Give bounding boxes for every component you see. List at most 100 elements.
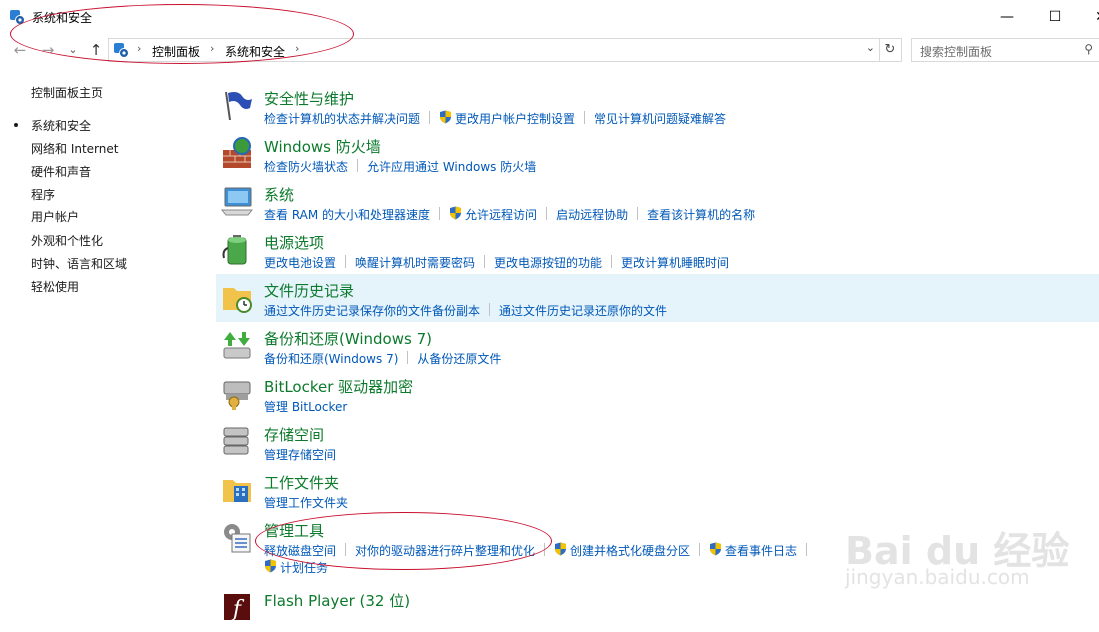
category-title[interactable]: 工作文件夹: [264, 472, 339, 493]
link-ram-processor[interactable]: 查看 RAM 的大小和处理器速度: [264, 206, 430, 223]
search-input[interactable]: 搜索控制面板 ⚲: [911, 38, 1099, 62]
admin-tools-icon: [224, 524, 251, 553]
link-power-button[interactable]: 更改电源按钮的功能: [494, 254, 602, 271]
link-allow-remote-access[interactable]: 允许远程访问: [465, 206, 537, 223]
link-separator: [407, 351, 409, 364]
link-sleep-time[interactable]: 更改计算机睡眠时间: [621, 254, 729, 271]
category-title[interactable]: 文件历史记录: [264, 280, 354, 301]
link-manage-storage-spaces[interactable]: 管理存储空间: [264, 446, 336, 463]
category-title[interactable]: 安全性与维护: [264, 88, 354, 109]
uac-shield-icon: [449, 206, 462, 220]
close-button[interactable]: ✕: [1078, 4, 1099, 30]
link-save-backup-copies[interactable]: 通过文件历史记录保存你的文件备份副本: [264, 302, 480, 319]
recent-locations-dropdown[interactable]: ⌄: [62, 39, 84, 61]
link-battery-settings[interactable]: 更改电池设置: [264, 254, 336, 271]
category-security-maintenance: 安全性与维护 检查计算机的状态并解决问题 更改用户帐户控制设置 常见计算机问题疑难解…: [216, 82, 1099, 130]
breadcrumb-separator[interactable]: ›: [210, 42, 214, 55]
link-separator: [489, 303, 491, 316]
backup-icon: [223, 332, 251, 359]
link-create-format-partitions[interactable]: 创建并格式化硬盘分区: [570, 542, 690, 559]
breadcrumb-system-security[interactable]: 系统和安全: [225, 43, 285, 60]
watermark-url: jingyan.baidu.com: [845, 565, 1030, 589]
file-history-icon: [223, 288, 252, 313]
link-allow-app-firewall[interactable]: 允许应用通过 Windows 防火墙: [367, 158, 536, 175]
uac-shield-icon: [709, 542, 722, 556]
link-separator: [699, 543, 701, 556]
window-title: 系统和安全: [32, 11, 93, 25]
link-separator: [806, 543, 808, 556]
link-separator: [345, 255, 347, 268]
search-icon[interactable]: ⚲: [1084, 42, 1093, 56]
sidebar-item-user-accounts[interactable]: 用户帐户: [31, 208, 79, 225]
link-separator: [544, 543, 546, 556]
link-manage-bitlocker[interactable]: 管理 BitLocker: [264, 398, 347, 415]
link-remote-assistance[interactable]: 启动远程协助: [556, 206, 628, 223]
category-title[interactable]: 管理工具: [264, 520, 324, 541]
forward-button[interactable]: →: [37, 39, 59, 61]
sidebar-item-ease-of-access[interactable]: 轻松使用: [31, 278, 79, 295]
flag-icon: [225, 91, 252, 121]
breadcrumb-control-panel[interactable]: 控制面板: [152, 43, 200, 60]
link-separator: [429, 111, 431, 124]
link-schedule-tasks[interactable]: 计划任务: [280, 559, 328, 576]
sidebar-item-clock-region[interactable]: 时钟、语言和区域: [31, 255, 127, 272]
uac-shield-icon: [439, 110, 452, 124]
link-troubleshoot[interactable]: 常见计算机问题疑难解答: [594, 110, 726, 127]
title-bar: 系统和安全 — ☐ ✕: [0, 0, 1099, 34]
link-wake-password[interactable]: 唤醒计算机时需要密码: [355, 254, 475, 271]
category-work-folders: 工作文件夹 管理工作文件夹: [216, 466, 1099, 514]
breadcrumb-separator: ›: [137, 42, 142, 55]
sidebar-item-home[interactable]: 控制面板主页: [31, 84, 103, 101]
category-title[interactable]: 系统: [264, 184, 294, 205]
category-flash-player: f Flash Player (32 位): [216, 584, 1099, 632]
link-separator: [611, 255, 613, 268]
work-folders-icon: [223, 480, 251, 502]
uac-shield-icon: [554, 542, 567, 556]
link-separator: [357, 159, 359, 172]
selected-bullet-icon: [14, 123, 18, 127]
address-dropdown-icon[interactable]: ⌄: [866, 41, 875, 54]
link-restore-from-backup[interactable]: 从备份还原文件: [417, 350, 501, 367]
navigation-bar: ← → ⌄ ↑ › 控制面板 › 系统和安全 › ⌄ ↻ 搜索控制面板 ⚲: [0, 34, 1099, 66]
category-title[interactable]: 备份和还原(Windows 7): [264, 328, 432, 349]
link-defragment-optimize[interactable]: 对你的驱动器进行碎片整理和优化: [355, 542, 535, 559]
address-bar[interactable]: › 控制面板 › 系统和安全 › ⌄: [108, 38, 880, 62]
maximize-button[interactable]: ☐: [1032, 4, 1078, 30]
category-windows-firewall: Windows 防火墙 检查防火墙状态 允许应用通过 Windows 防火墙: [216, 130, 1099, 178]
link-free-disk-space[interactable]: 释放磁盘空间: [264, 542, 336, 559]
sidebar-item-appearance[interactable]: 外观和个性化: [31, 232, 103, 249]
breadcrumb-separator[interactable]: ›: [295, 42, 299, 55]
back-button[interactable]: ←: [9, 39, 31, 61]
link-check-status[interactable]: 检查计算机的状态并解决问题: [264, 110, 420, 127]
uac-shield-icon: [264, 559, 277, 573]
storage-icon: [223, 427, 249, 455]
link-computer-name[interactable]: 查看该计算机的名称: [647, 206, 755, 223]
link-view-event-logs[interactable]: 查看事件日志: [725, 542, 797, 559]
category-file-history[interactable]: 文件历史记录 通过文件历史记录保存你的文件备份副本 通过文件历史记录还原你的文件: [216, 274, 1099, 322]
link-firewall-status[interactable]: 检查防火墙状态: [264, 158, 348, 175]
up-button[interactable]: ↑: [85, 39, 107, 61]
category-title[interactable]: Windows 防火墙: [264, 136, 381, 157]
sidebar-item-hardware[interactable]: 硬件和声音: [31, 163, 91, 180]
link-restore-files[interactable]: 通过文件历史记录还原你的文件: [499, 302, 667, 319]
bitlocker-icon: [223, 381, 251, 410]
category-title[interactable]: BitLocker 驱动器加密: [264, 376, 413, 397]
link-uac-settings[interactable]: 更改用户帐户控制设置: [455, 110, 575, 127]
category-title[interactable]: Flash Player (32 位): [264, 590, 410, 611]
link-separator: [637, 207, 639, 220]
link-manage-work-folders[interactable]: 管理工作文件夹: [264, 494, 348, 511]
minimize-button[interactable]: —: [984, 4, 1030, 30]
category-system: 系统 查看 RAM 的大小和处理器速度 允许远程访问 启动远程协助 查看该计算机的名称: [216, 178, 1099, 226]
control-panel-icon: [10, 10, 25, 25]
sidebar-item-system-security[interactable]: 系统和安全: [31, 117, 91, 134]
category-title[interactable]: 存储空间: [264, 424, 324, 445]
sidebar-item-programs[interactable]: 程序: [31, 186, 55, 203]
battery-icon: [222, 235, 247, 265]
link-separator: [439, 207, 441, 220]
link-separator: [345, 543, 347, 556]
link-backup-restore[interactable]: 备份和还原(Windows 7): [264, 350, 398, 367]
sidebar-item-network[interactable]: 网络和 Internet: [31, 140, 118, 157]
category-backup-restore: 备份和还原(Windows 7) 备份和还原(Windows 7) 从备份还原文件: [216, 322, 1099, 370]
refresh-button[interactable]: ↻: [879, 38, 902, 62]
category-title[interactable]: 电源选项: [264, 232, 324, 253]
